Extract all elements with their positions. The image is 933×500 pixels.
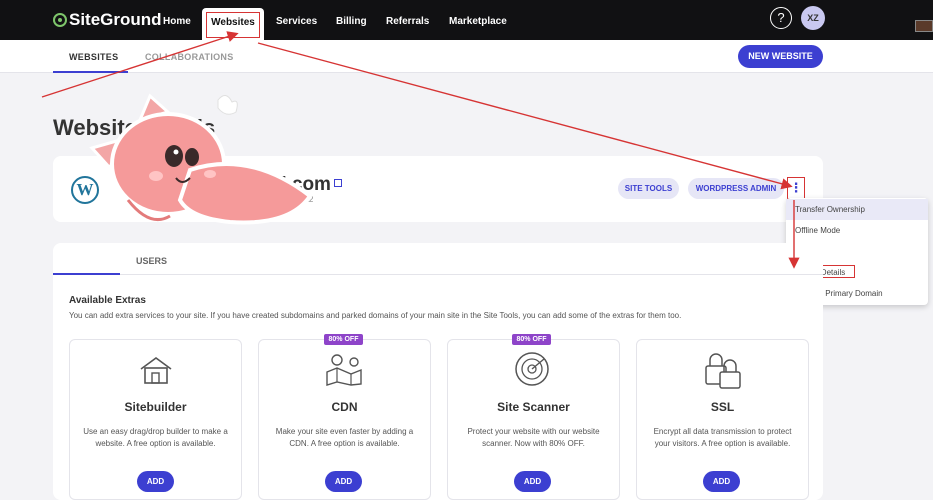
site-date: 022	[300, 195, 314, 204]
tab-websites[interactable]: WEBSITES	[69, 52, 118, 62]
wordpress-logo-icon: W	[71, 176, 99, 204]
new-website-button[interactable]: NEW WEBSITE	[738, 45, 823, 68]
menu-transfer-ownership[interactable]: Transfer Ownership	[786, 199, 928, 220]
annotation-highlight-websites	[206, 12, 260, 38]
external-link-icon[interactable]	[334, 179, 342, 187]
map-pin-icon	[326, 354, 362, 386]
nav-marketplace[interactable]: Marketplace	[449, 16, 507, 27]
wordpress-admin-button[interactable]: WORDPRESS ADMIN	[688, 178, 784, 199]
panel-tab-divider	[53, 274, 823, 275]
nav-services[interactable]: Services	[276, 16, 317, 27]
add-site-scanner-button[interactable]: ADD	[514, 471, 551, 492]
help-icon[interactable]: ?	[770, 7, 792, 29]
padlock-icon	[705, 353, 741, 389]
nav-home[interactable]: Home	[163, 16, 191, 27]
extras-title: Available Extras	[69, 295, 146, 306]
extra-desc-sitebuilder: Use an easy drag/drop builder to make a …	[83, 427, 228, 448]
siteground-logo[interactable]: SiteGround	[53, 10, 162, 30]
add-cdn-button[interactable]: ADD	[325, 471, 362, 492]
active-tab-indicator	[53, 71, 128, 73]
extra-desc-cdn: Make your site even faster by adding a C…	[275, 427, 414, 448]
radar-icon	[515, 352, 549, 386]
add-ssl-button[interactable]: ADD	[703, 471, 740, 492]
logo-text: SiteGround	[69, 10, 162, 29]
extra-title-cdn: CDN	[331, 400, 358, 414]
house-icon	[140, 357, 172, 384]
tab-collaborations[interactable]: COLLABORATIONS	[145, 52, 234, 62]
thumbnail-image	[915, 20, 933, 32]
discount-badge: 80% OFF	[512, 334, 551, 345]
extra-desc-site-scanner: Protect your website with our website sc…	[467, 427, 600, 448]
panel-active-tab-indicator	[53, 273, 120, 275]
tab-users[interactable]: USERS	[136, 256, 167, 266]
avatar[interactable]: XZ	[801, 6, 825, 30]
discount-badge: 80% OFF	[324, 334, 363, 345]
annotation-highlight-menu	[787, 177, 805, 199]
add-sitebuilder-button[interactable]: ADD	[137, 471, 174, 492]
extra-title-site-scanner: Site Scanner	[497, 400, 570, 414]
menu-offline-mode[interactable]: Offline Mode	[786, 220, 928, 241]
nav-referrals[interactable]: Referrals	[386, 16, 429, 27]
page-title: Website Details	[53, 115, 216, 140]
extras-description: You can add extra services to your site.…	[69, 311, 682, 320]
nav-billing[interactable]: Billing	[336, 16, 367, 27]
site-domain: d.com	[275, 174, 331, 195]
extra-title-ssl: SSL	[710, 400, 735, 414]
site-tools-button[interactable]: SITE TOOLS	[618, 178, 679, 199]
extra-desc-ssl: Encrypt all data transmission to protect…	[653, 427, 792, 448]
logo-mark-icon	[53, 13, 67, 27]
extra-title-sitebuilder: Sitebuilder	[124, 400, 187, 414]
